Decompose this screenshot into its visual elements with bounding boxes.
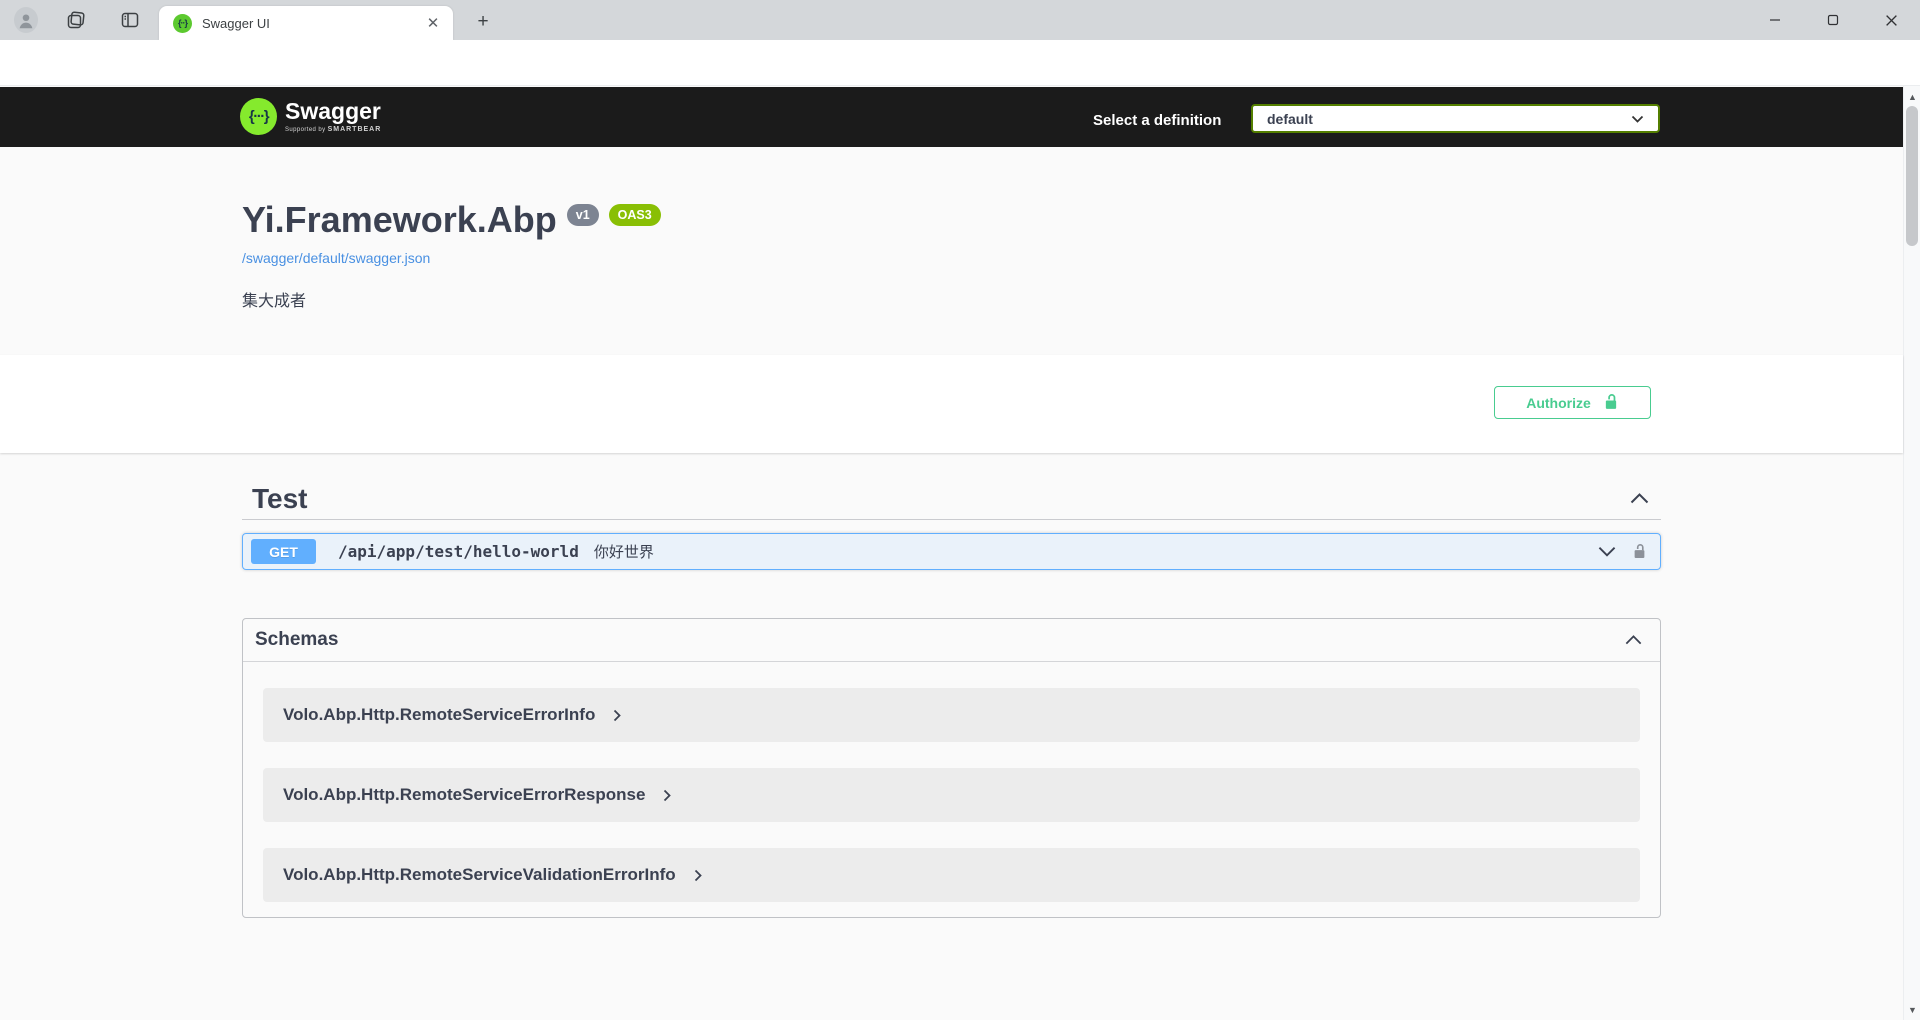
new-tab-button[interactable]: +	[470, 9, 496, 35]
model-row-remote-service-validation-error-info[interactable]: Volo.Abp.Http.RemoteServiceValidationErr…	[263, 848, 1640, 902]
authorize-label: Authorize	[1526, 395, 1591, 411]
spec-link[interactable]: /swagger/default/swagger.json	[242, 250, 430, 266]
profile-button[interactable]	[14, 8, 38, 32]
operation-lock-icon[interactable]	[1632, 543, 1647, 561]
oas3-badge: OAS3	[609, 204, 661, 226]
profile-avatar-icon	[14, 7, 38, 33]
swagger-logo-text: Swagger	[285, 98, 381, 124]
method-badge: GET	[251, 539, 316, 564]
select-definition-label: Select a definition	[1093, 112, 1221, 129]
plus-icon: +	[477, 11, 488, 33]
swagger-logo[interactable]: {···} Swagger Supported by SMARTBEAR	[240, 98, 381, 135]
maximize-button[interactable]	[1804, 0, 1862, 40]
model-chevron-right-icon	[613, 709, 621, 722]
scrollbar-up-icon[interactable]: ▲	[1904, 88, 1920, 105]
browser-tab-bar: {··} Swagger UI ✕ +	[0, 0, 1920, 40]
window-close-button[interactable]	[1862, 0, 1920, 40]
model-chevron-right-icon	[663, 789, 671, 802]
model-name: Volo.Abp.Http.RemoteServiceErrorResponse	[283, 785, 645, 805]
api-info-header: Yi.Framework.Abp v1 OAS3	[242, 199, 661, 241]
scrollbar-thumb[interactable]	[1906, 106, 1918, 246]
operation-get-hello-world[interactable]: GET /api/app/test/hello-world 你好世界	[242, 533, 1661, 570]
swagger-logo-icon: {···}	[240, 98, 277, 135]
schemas-header[interactable]: Schemas	[243, 619, 1660, 662]
browser-toolbar: localhost:19001/swagger/index.html ☆	[0, 40, 1920, 86]
tab-title: Swagger UI	[202, 16, 423, 31]
operation-expand-icon[interactable]	[1598, 546, 1616, 557]
vertical-tabs-button[interactable]	[118, 8, 142, 32]
select-chevron-down-icon	[1631, 115, 1644, 123]
authorize-button[interactable]: Authorize	[1494, 386, 1651, 419]
schemas-title: Schemas	[255, 629, 338, 651]
schemas-section: Schemas Volo.Abp.Http.RemoteServiceError…	[242, 618, 1661, 918]
vertical-tabs-icon	[120, 10, 140, 30]
api-title: Yi.Framework.Abp	[242, 199, 557, 241]
model-row-remote-service-error-info[interactable]: Volo.Abp.Http.RemoteServiceErrorInfo	[263, 688, 1640, 742]
browser-tab-swagger-ui[interactable]: {··} Swagger UI ✕	[159, 6, 453, 40]
page-scrollbar[interactable]: ▲ ▼	[1903, 86, 1920, 1020]
model-chevron-right-icon	[694, 869, 702, 882]
scrollbar-down-icon[interactable]: ▼	[1904, 1001, 1920, 1018]
model-name: Volo.Abp.Http.RemoteServiceErrorInfo	[283, 705, 595, 725]
model-row-remote-service-error-response[interactable]: Volo.Abp.Http.RemoteServiceErrorResponse	[263, 768, 1640, 822]
operation-path: /api/app/test/hello-world	[338, 542, 579, 561]
operation-summary: 你好世界	[594, 541, 654, 562]
unlock-icon	[1603, 393, 1619, 412]
window-close-icon	[1885, 14, 1898, 27]
tab-close-icon[interactable]: ✕	[423, 13, 443, 33]
definition-select[interactable]: default	[1251, 104, 1660, 133]
definition-selected-value: default	[1267, 111, 1313, 127]
tag-name: Test	[252, 483, 308, 515]
minimize-icon	[1769, 14, 1781, 26]
workspaces-button[interactable]	[64, 8, 88, 32]
maximize-icon	[1827, 14, 1839, 26]
tag-collapse-icon[interactable]	[1630, 493, 1649, 504]
schemas-collapse-icon[interactable]	[1625, 635, 1642, 645]
scheme-container: Authorize	[0, 355, 1903, 453]
model-name: Volo.Abp.Http.RemoteServiceValidationErr…	[283, 865, 676, 885]
version-badge: v1	[567, 204, 599, 226]
swagger-logo-tagline: Supported by SMARTBEAR	[285, 126, 381, 133]
swagger-favicon-icon: {··}	[173, 14, 192, 33]
tag-section-test[interactable]: Test	[242, 478, 1661, 520]
api-description: 集大成者	[242, 287, 306, 311]
workspaces-icon	[66, 10, 86, 30]
minimize-button[interactable]	[1746, 0, 1804, 40]
